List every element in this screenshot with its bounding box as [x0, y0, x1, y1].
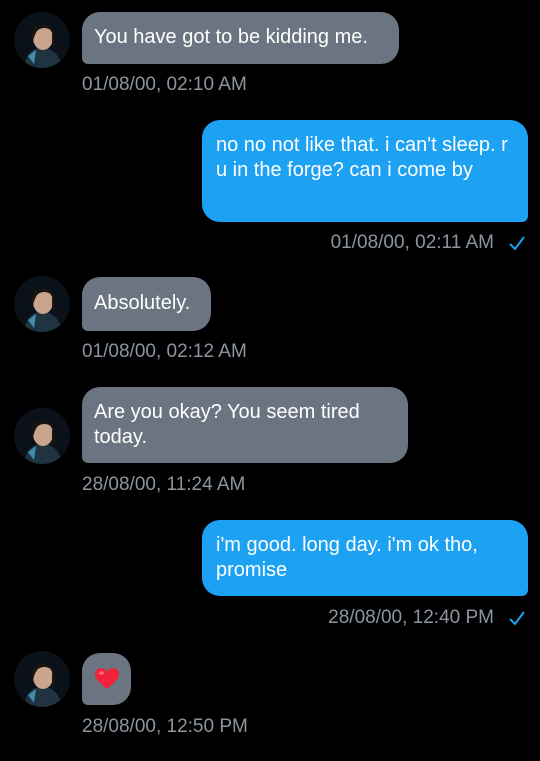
message-text: no no not like that. i can't sleep. r u …: [216, 134, 508, 181]
message-bubble-incoming[interactable]: You have got to be kidding me.: [82, 12, 399, 64]
message-timestamp: 01/08/00, 02:10 AM: [82, 74, 247, 95]
message-text: i'm good. long day. i'm ok tho, promise: [216, 534, 478, 581]
message-text: You have got to be kidding me.: [94, 26, 368, 48]
check-icon: [509, 236, 525, 251]
message-bubble-outgoing[interactable]: i'm good. long day. i'm ok tho, promise: [202, 520, 528, 596]
message-timestamp: 01/08/00, 02:11 AM: [330, 232, 494, 253]
message-timestamp: 28/08/00, 11:24 AM: [82, 474, 246, 495]
red-heart-icon: [95, 668, 119, 689]
avatar-portrait-icon: [14, 276, 70, 332]
avatar[interactable]: [14, 651, 70, 707]
message-timestamp: 01/08/00, 02:12 AM: [82, 341, 247, 362]
message-timestamp: 28/08/00, 12:40 PM: [328, 607, 494, 628]
avatar-portrait-icon: [14, 651, 70, 707]
avatar-portrait-icon: [14, 408, 70, 464]
avatar[interactable]: [14, 12, 70, 68]
message-bubble-incoming[interactable]: Are you okay? You seem tired today.: [82, 387, 408, 463]
avatar-portrait-icon: [14, 12, 70, 68]
message-bubble-outgoing[interactable]: no no not like that. i can't sleep. r u …: [202, 120, 528, 222]
avatar[interactable]: [14, 408, 70, 464]
message-timestamp: 28/08/00, 12:50 PM: [82, 716, 248, 737]
avatar[interactable]: [14, 276, 70, 332]
message-bubble-incoming[interactable]: Absolutely.: [82, 277, 211, 331]
message-text: Are you okay? You seem tired today.: [94, 401, 360, 448]
message-text: Absolutely.: [94, 292, 191, 314]
message-bubble-incoming[interactable]: [82, 653, 131, 705]
check-icon: [509, 611, 525, 626]
